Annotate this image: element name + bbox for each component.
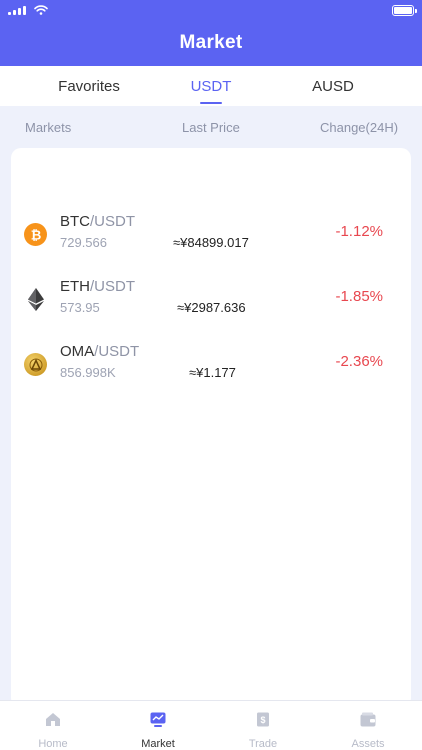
volume-value: 729.566 [60, 235, 107, 250]
battery-icon [392, 5, 417, 16]
base-symbol: ETH [60, 278, 90, 295]
oma-coin-icon [24, 353, 47, 376]
change-value: -1.12% [335, 223, 383, 240]
nav-market[interactable]: Market [118, 701, 198, 750]
change-value: -2.36% [335, 353, 383, 370]
volume-value: 856.998K [60, 365, 116, 380]
column-header-markets: Markets [25, 120, 72, 135]
last-price-value: ≈¥84899.017 [173, 235, 249, 250]
base-symbol: BTC [60, 213, 90, 230]
wallet-icon [360, 712, 376, 727]
pair-name: OMA/USDT [60, 343, 139, 360]
nav-trade[interactable]: $ Trade [223, 701, 303, 750]
quote-symbol: /USDT [94, 343, 140, 360]
market-icon [150, 712, 166, 727]
quote-symbol: /USDT [90, 213, 135, 230]
volume-value: 573.95 [60, 300, 100, 315]
trade-icon: $ [257, 712, 269, 727]
page-title: Market [179, 32, 243, 53]
column-header-change: Change(24H) [320, 120, 399, 135]
home-icon [46, 713, 60, 726]
nav-market-label: Market [141, 738, 175, 750]
nav-trade-label: Trade [248, 738, 278, 750]
svg-text:₿: ₿ [30, 228, 41, 242]
base-symbol: OMA [60, 343, 95, 360]
bitcoin-icon: ₿ [24, 223, 47, 246]
nav-home[interactable]: Home [13, 701, 93, 750]
quote-symbol: /USDT [90, 278, 135, 295]
active-tab-indicator [200, 102, 222, 104]
last-price-value: ≈¥2987.636 [177, 300, 246, 315]
nav-assets-label: Assets [351, 738, 385, 750]
nav-home-label: Home [38, 738, 68, 750]
cellular-signal-icon [8, 5, 26, 15]
last-price-value: ≈¥1.177 [189, 365, 236, 380]
status-bar-left [8, 5, 48, 15]
svg-text:$: $ [260, 715, 265, 725]
market-row-btc[interactable]: ₿ BTC/USDT 729.566 ≈¥84899.017 -1.12% [11, 213, 411, 263]
bottom-navigation: Home Market $ Trade Assets [0, 700, 422, 750]
tab-favorites[interactable]: Favorites [58, 78, 120, 95]
tab-usdt[interactable]: USDT [191, 78, 232, 95]
column-header-last-price: Last Price [182, 120, 240, 135]
wifi-icon [34, 5, 48, 15]
market-tabs: Favorites USDT AUSD [0, 66, 422, 106]
market-row-oma[interactable]: OMA/USDT 856.998K ≈¥1.177 -2.36% [11, 343, 411, 393]
pair-name: BTC/USDT [60, 213, 135, 230]
change-value: -1.85% [335, 288, 383, 305]
tab-ausd[interactable]: AUSD [312, 78, 354, 95]
ethereum-icon [24, 288, 47, 311]
market-row-eth[interactable]: ETH/USDT 573.95 ≈¥2987.636 -1.85% [11, 278, 411, 328]
nav-assets[interactable]: Assets [328, 701, 408, 750]
pair-name: ETH/USDT [60, 278, 135, 295]
app-header: Market [0, 0, 422, 66]
